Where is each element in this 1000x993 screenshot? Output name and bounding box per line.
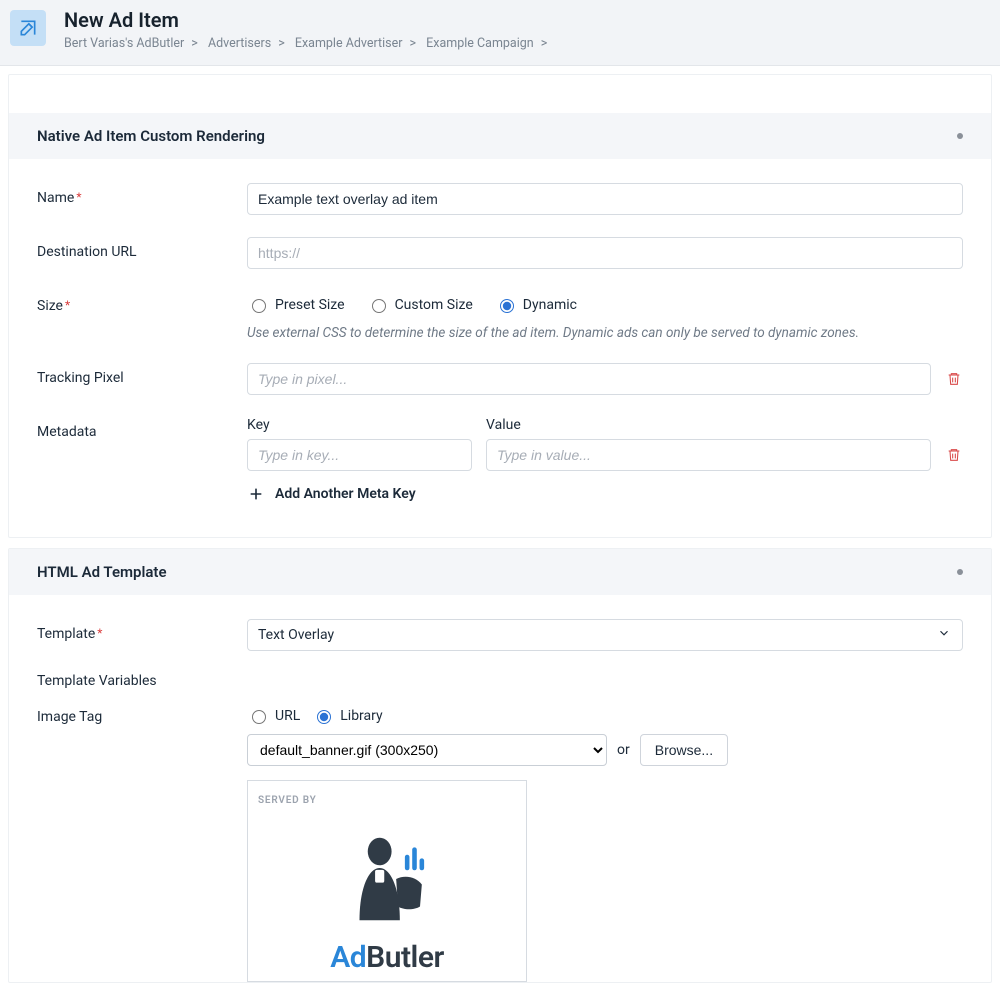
card-header-native[interactable]: Native Ad Item Custom Rendering — [9, 113, 991, 159]
library-file-select[interactable]: default_banner.gif (300x250) — [247, 734, 607, 766]
add-meta-key-button[interactable]: Add Another Meta Key — [247, 485, 963, 503]
label-meta-value: Value — [486, 417, 931, 433]
plus-icon — [247, 485, 265, 503]
edit-icon — [10, 10, 46, 46]
or-text: or — [617, 742, 630, 758]
breadcrumb-item[interactable]: Example Campaign — [426, 36, 534, 51]
label-image-tag: Image Tag — [37, 707, 247, 725]
card-title: HTML Ad Template — [37, 563, 167, 581]
size-help-text: Use external CSS to determine the size o… — [247, 325, 963, 341]
label-meta-key: Key — [247, 417, 472, 433]
meta-value-input[interactable] — [486, 439, 931, 471]
label-size: Size* — [37, 291, 247, 314]
browse-button[interactable]: Browse... — [640, 734, 728, 766]
name-input[interactable] — [247, 183, 963, 215]
collapse-dot-icon — [957, 133, 963, 139]
adbutler-logo: AdButler — [258, 824, 516, 975]
label-destination-url: Destination URL — [37, 237, 247, 260]
size-radio-group: Preset Size Custom Size Dynamic — [247, 291, 963, 313]
label-template: Template* — [37, 619, 247, 642]
radio-image-url[interactable]: URL — [247, 707, 300, 724]
delete-tracking-pixel-button[interactable] — [945, 370, 963, 388]
page-header: New Ad Item Bert Varias's AdButler> Adve… — [0, 0, 1000, 66]
page-title: New Ad Item — [64, 8, 554, 32]
adbutler-wordmark: AdButler — [330, 940, 444, 975]
meta-key-input[interactable] — [247, 439, 472, 471]
destination-url-input[interactable] — [247, 237, 963, 269]
label-tracking-pixel: Tracking Pixel — [37, 363, 247, 386]
breadcrumb-item[interactable]: Bert Varias's AdButler — [64, 36, 184, 51]
tracking-pixel-input[interactable] — [247, 363, 931, 395]
card-title: Native Ad Item Custom Rendering — [37, 127, 265, 145]
label-name: Name* — [37, 183, 247, 206]
breadcrumb: Bert Varias's AdButler> Advertisers> Exa… — [64, 36, 554, 51]
label-template-variables: Template Variables — [37, 673, 963, 689]
card-native-rendering: Native Ad Item Custom Rendering Name* De… — [8, 74, 992, 538]
label-metadata: Metadata — [37, 417, 247, 440]
collapse-dot-icon — [957, 569, 963, 575]
radio-image-library[interactable]: Library — [312, 707, 382, 724]
card-html-template: HTML Ad Template Template* Text Overlay — [8, 548, 992, 983]
butler-icon — [332, 824, 442, 938]
radio-dynamic-size[interactable]: Dynamic — [495, 296, 577, 313]
radio-preset-size[interactable]: Preset Size — [247, 296, 345, 313]
served-by-label: SERVED BY — [258, 795, 516, 806]
card-header-template[interactable]: HTML Ad Template — [9, 549, 991, 595]
radio-custom-size[interactable]: Custom Size — [367, 296, 473, 313]
breadcrumb-item[interactable]: Advertisers — [208, 36, 271, 51]
template-select[interactable]: Text Overlay — [247, 619, 963, 651]
breadcrumb-item[interactable]: Example Advertiser — [295, 36, 403, 51]
delete-meta-button[interactable] — [945, 446, 963, 464]
